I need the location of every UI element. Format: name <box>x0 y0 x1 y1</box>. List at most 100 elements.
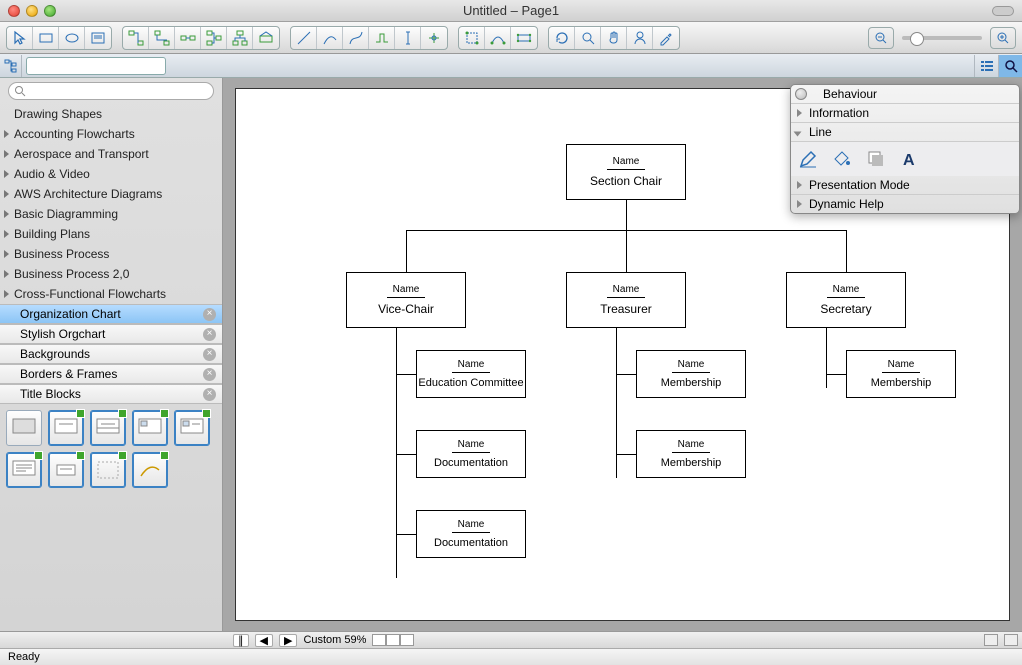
org-node[interactable]: Name Secretary <box>786 272 906 328</box>
org-node[interactable]: Name Vice-Chair <box>346 272 466 328</box>
panel-section-behaviour[interactable]: Behaviour <box>791 85 1019 104</box>
stencil-item-title-blocks[interactable]: Title Blocks× <box>0 384 222 404</box>
connector-tool-4[interactable] <box>201 27 227 49</box>
page-prev-button[interactable]: ◀ <box>255 634 273 647</box>
properties-panel[interactable]: Behaviour Information Line A Presentatio… <box>790 84 1020 214</box>
canvas-area[interactable]: Name Section Chair Name Vice-Chair Name … <box>223 78 1022 631</box>
connector-tool-6[interactable] <box>253 27 279 49</box>
org-node[interactable]: Name Membership <box>846 350 956 398</box>
node-name-label: Name <box>452 359 491 373</box>
category-item[interactable]: Building Plans <box>0 224 222 244</box>
close-stencil-icon[interactable]: × <box>203 388 216 401</box>
panel-section-label: Information <box>809 106 869 120</box>
connector <box>826 328 827 388</box>
close-stencil-icon[interactable]: × <box>203 328 216 341</box>
line-tool-3[interactable] <box>343 27 369 49</box>
zoom-tool[interactable] <box>575 27 601 49</box>
ellipse-tool[interactable] <box>59 27 85 49</box>
eyedropper-tool[interactable] <box>653 27 679 49</box>
category-item[interactable]: Accounting Flowcharts <box>0 124 222 144</box>
category-item[interactable]: Business Process 2,0 <box>0 264 222 284</box>
filter-input[interactable] <box>26 57 166 75</box>
refresh-tool[interactable] <box>549 27 575 49</box>
stencil-label: Backgrounds <box>20 347 90 361</box>
category-item[interactable]: Business Process <box>0 244 222 264</box>
stencil-item-borders-frames[interactable]: Borders & Frames× <box>0 364 222 384</box>
node-tool-1[interactable] <box>459 27 485 49</box>
connector-tool-3[interactable] <box>175 27 201 49</box>
page-rewind-button[interactable]: ∥ <box>233 634 249 647</box>
shape-thumb[interactable] <box>6 452 42 488</box>
org-node[interactable]: Name Membership <box>636 430 746 478</box>
category-item[interactable]: Aerospace and Transport <box>0 144 222 164</box>
page-tabs[interactable] <box>372 634 414 646</box>
panel-section-dynamic-help[interactable]: Dynamic Help <box>791 195 1019 213</box>
panel-section-presentation[interactable]: Presentation Mode <box>791 176 1019 195</box>
rectangle-tool[interactable] <box>33 27 59 49</box>
user-tool[interactable] <box>627 27 653 49</box>
zoom-in-button[interactable] <box>990 27 1016 49</box>
tree-view-icon[interactable] <box>0 55 22 77</box>
panel-section-label: Presentation Mode <box>809 178 910 192</box>
org-node[interactable]: Name Education Committee <box>416 350 526 398</box>
org-node-root[interactable]: Name Section Chair <box>566 144 686 200</box>
line-tool-4[interactable] <box>369 27 395 49</box>
stencil-item-stylish-orgchart[interactable]: Stylish Orgchart× <box>0 324 222 344</box>
org-node[interactable]: Name Treasurer <box>566 272 686 328</box>
category-item[interactable]: Basic Diagramming <box>0 204 222 224</box>
shape-thumb[interactable] <box>132 410 168 446</box>
zoom-slider[interactable] <box>902 36 982 40</box>
shape-thumb[interactable] <box>6 410 42 446</box>
text-block-tool[interactable] <box>85 27 111 49</box>
page-next-button[interactable]: ▶ <box>279 634 297 647</box>
shape-search-input[interactable] <box>8 82 214 100</box>
org-node[interactable]: Name Documentation <box>416 430 526 478</box>
org-node[interactable]: Name Membership <box>636 350 746 398</box>
org-node[interactable]: Name Documentation <box>416 510 526 558</box>
shape-thumb[interactable] <box>174 410 210 446</box>
panel-section-information[interactable]: Information <box>791 104 1019 123</box>
search-mode-icon[interactable] <box>998 55 1022 77</box>
close-stencil-icon[interactable]: × <box>203 348 216 361</box>
stencil-item-organization-chart[interactable]: Organization Chart× <box>0 304 222 324</box>
view-toggle-2[interactable] <box>1004 634 1018 646</box>
shape-thumb[interactable] <box>90 410 126 446</box>
line-tool-6[interactable] <box>421 27 447 49</box>
connector <box>626 230 627 272</box>
shape-thumb[interactable] <box>48 452 84 488</box>
panel-section-line[interactable]: Line <box>791 123 1019 142</box>
pointer-tool[interactable] <box>7 27 33 49</box>
node-value: Vice-Chair <box>378 302 434 316</box>
fill-icon[interactable] <box>831 148 853 170</box>
category-item[interactable]: AWS Architecture Diagrams <box>0 184 222 204</box>
shape-thumb[interactable] <box>90 452 126 488</box>
view-toggle-1[interactable] <box>984 634 998 646</box>
shape-thumb[interactable] <box>132 452 168 488</box>
text-style-icon[interactable]: A <box>899 148 921 170</box>
connector-tool-2[interactable] <box>149 27 175 49</box>
zoom-out-button[interactable] <box>868 27 894 49</box>
pen-icon[interactable] <box>797 148 819 170</box>
category-item[interactable]: Audio & Video <box>0 164 222 184</box>
line-tool-5[interactable] <box>395 27 421 49</box>
close-stencil-icon[interactable]: × <box>203 368 216 381</box>
list-view-icon[interactable] <box>974 55 998 77</box>
connector <box>826 374 846 375</box>
node-value: Education Committee <box>418 377 523 389</box>
shadow-icon[interactable] <box>865 148 887 170</box>
close-stencil-icon[interactable]: × <box>203 308 216 321</box>
connector <box>396 328 397 578</box>
line-tool-1[interactable] <box>291 27 317 49</box>
node-name-label: Name <box>387 284 426 298</box>
node-name-label: Name <box>452 439 491 453</box>
stencil-item-backgrounds[interactable]: Backgrounds × <box>0 344 222 364</box>
connector-tool-1[interactable] <box>123 27 149 49</box>
node-tool-2[interactable] <box>485 27 511 49</box>
shape-thumb[interactable] <box>48 410 84 446</box>
node-tool-3[interactable] <box>511 27 537 49</box>
category-item[interactable]: Cross-Functional Flowcharts <box>0 284 222 304</box>
window-title: Untitled – Page1 <box>0 3 1022 18</box>
line-tool-2[interactable] <box>317 27 343 49</box>
hand-tool[interactable] <box>601 27 627 49</box>
connector-tool-5[interactable] <box>227 27 253 49</box>
